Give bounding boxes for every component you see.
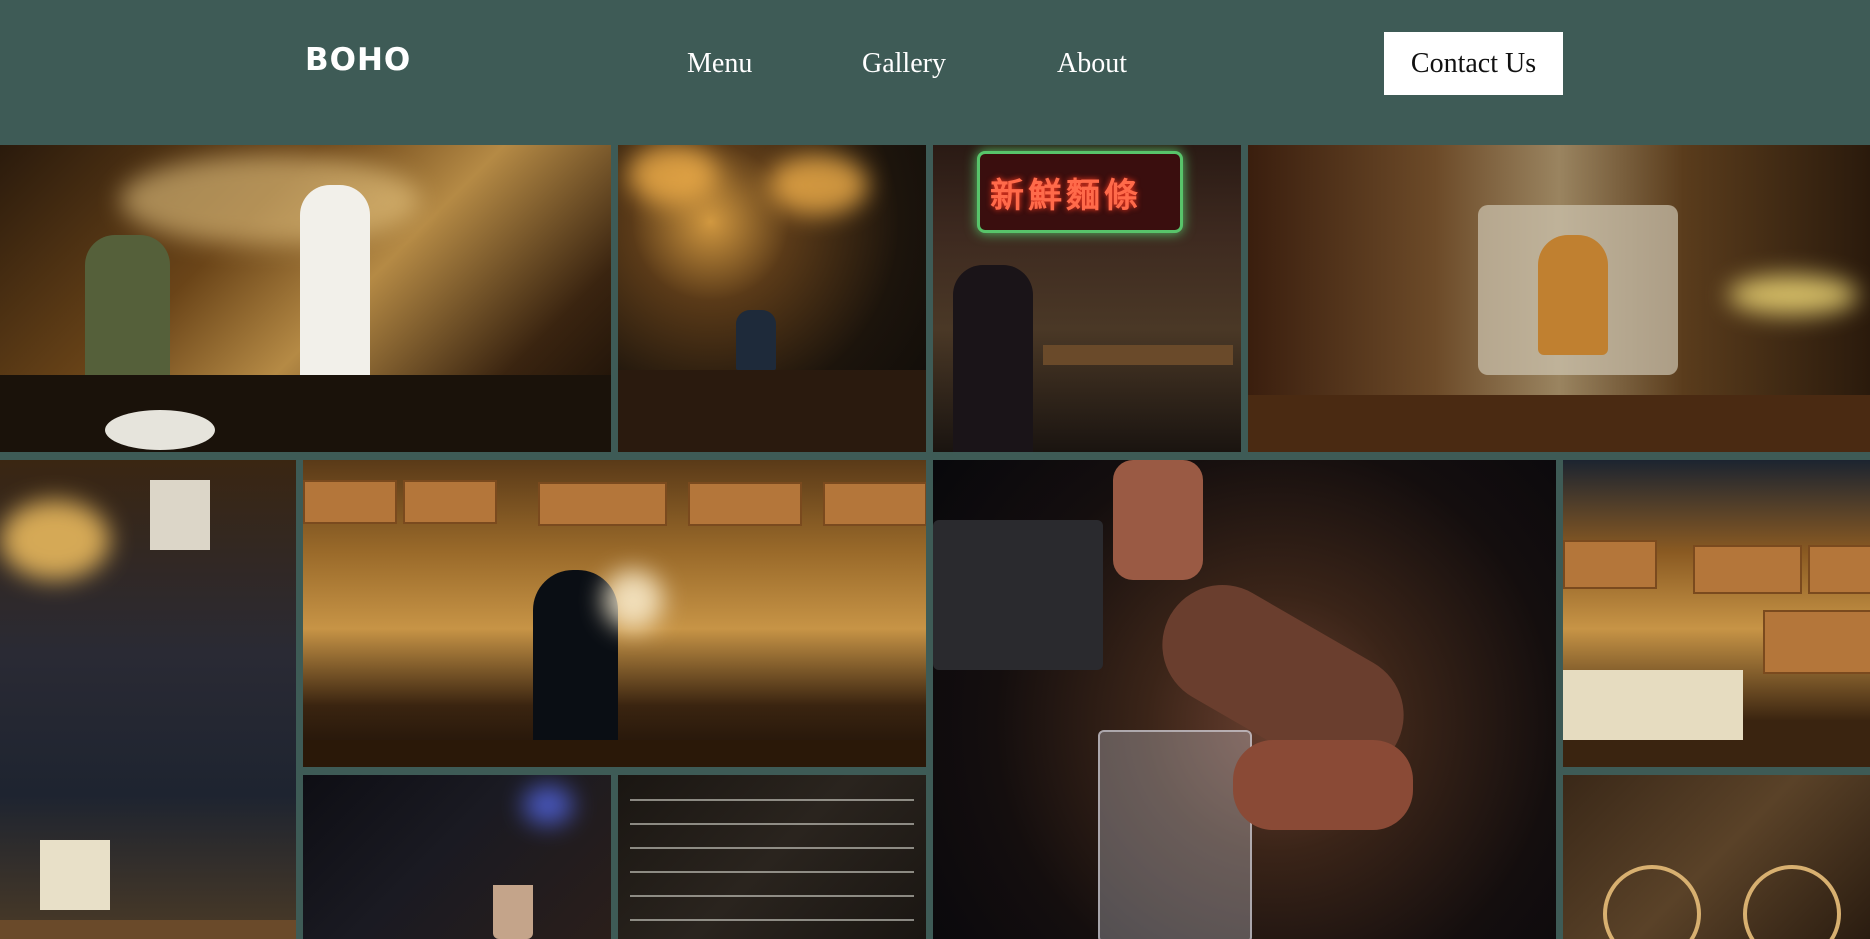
chalkboard-cocktail-menu-photo <box>618 775 926 939</box>
site-header: BOHO Menu Gallery About Contact Us <box>0 0 1870 144</box>
nav-link-about[interactable]: About <box>1057 44 1127 84</box>
contact-us-button[interactable]: Contact Us <box>1384 32 1563 95</box>
bar-corner-stickers-photo <box>0 460 296 939</box>
bartenders-behind-bar-photo <box>0 145 611 452</box>
mural-bar-interior-photo <box>1248 145 1870 452</box>
neon-sign-restaurant-crowd-photo: 新鮮麵條 <box>933 145 1241 452</box>
logo[interactable]: BOHO <box>305 40 411 80</box>
photo-gallery: 新鮮麵條 <box>0 145 1870 939</box>
bar-taps-pendant-lamps-photo <box>618 145 926 452</box>
nav-link-menu[interactable]: Menu <box>687 44 752 84</box>
dark-bar-cocktail-photo <box>303 775 611 939</box>
menu-boards-silhouette-photo <box>303 460 926 767</box>
bartender-pouring-beer-photo <box>933 460 1556 939</box>
menu-boards-bottles-photo <box>1563 460 1870 767</box>
bicycle-wall-photo <box>1563 775 1870 939</box>
nav-link-gallery[interactable]: Gallery <box>862 44 946 84</box>
